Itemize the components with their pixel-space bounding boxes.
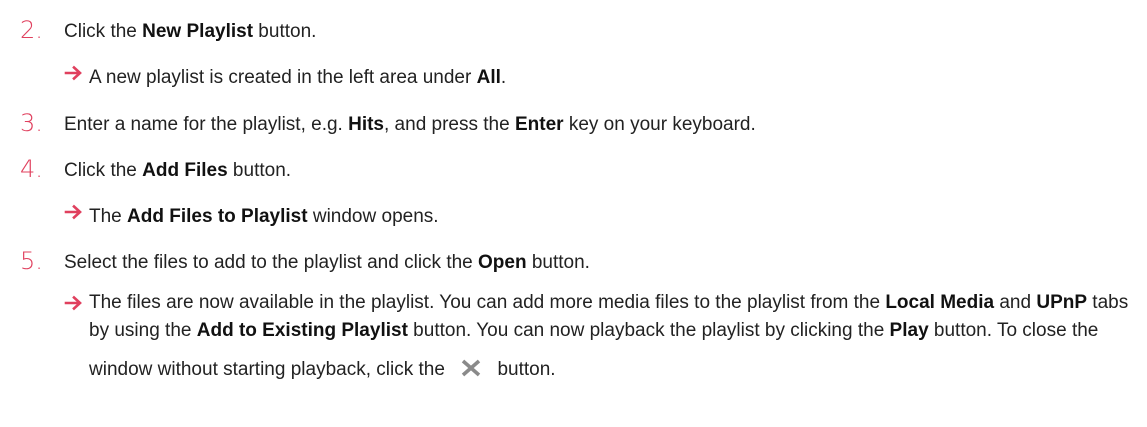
step-number: 3. — [20, 109, 43, 137]
arrow-right-icon — [64, 295, 82, 311]
new-playlist-label: New Playlist — [142, 21, 254, 42]
step-number: 5. — [20, 247, 43, 275]
step-number: 2. — [20, 16, 43, 44]
arrow-right-icon — [64, 65, 82, 81]
arrow-right-icon — [64, 204, 82, 220]
step-text: Click the Add Files button. — [64, 160, 292, 181]
step-number: 4. — [20, 155, 43, 183]
result-text: The Add Files to Playlist window opens. — [89, 206, 439, 227]
close-x-icon — [461, 359, 481, 377]
step-text: Click the New Playlist button. — [64, 21, 317, 42]
result-text: A new playlist is created in the left ar… — [89, 67, 507, 88]
step-text: Select the files to add to the playlist … — [64, 252, 590, 273]
result-text: The files are now available in the playl… — [89, 292, 1129, 380]
step-text: Enter a name for the playlist, e.g. Hits… — [64, 114, 756, 135]
